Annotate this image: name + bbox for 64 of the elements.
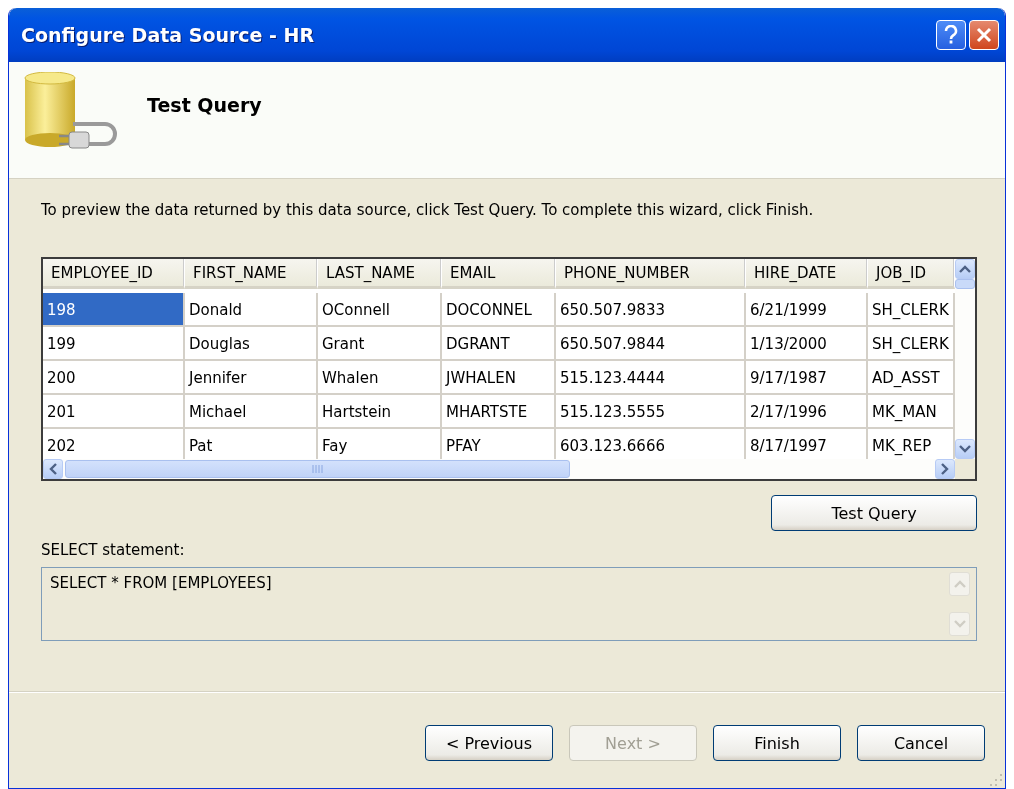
column-header[interactable]: EMAIL (442, 259, 556, 289)
chevron-up-icon (959, 264, 971, 274)
column-header[interactable]: FIRST_NAME (185, 259, 318, 289)
table-cell: Grant (318, 327, 442, 361)
table-cell: 650.507.9844 (556, 327, 746, 361)
table-cell: 198 (43, 293, 185, 327)
scroll-left-button[interactable] (43, 459, 63, 479)
table-cell: MK_MAN (868, 395, 955, 429)
column-header[interactable]: EMPLOYEE_ID (43, 259, 185, 289)
grip-icon (311, 465, 324, 473)
table-cell: 515.123.4444 (556, 361, 746, 395)
table-cell: Douglas (185, 327, 318, 361)
scrollbar-corner (955, 459, 975, 479)
chevron-right-icon (940, 463, 950, 475)
table-cell: 201 (43, 395, 185, 429)
scroll-right-button[interactable] (935, 459, 955, 479)
table-cell: DOCONNEL (442, 293, 556, 327)
wizard-button[interactable]: Cancel (857, 725, 985, 761)
table-cell: OConnell (318, 293, 442, 327)
close-button[interactable] (969, 20, 999, 50)
help-button[interactable] (936, 20, 966, 50)
table-cell: Hartstein (318, 395, 442, 429)
table-cell: Donald (185, 293, 318, 327)
table-cell: 515.123.5555 (556, 395, 746, 429)
question-mark-icon (944, 25, 958, 45)
vertical-scrollbar[interactable] (955, 259, 975, 459)
column-header[interactable]: LAST_NAME (318, 259, 442, 289)
table-cell: Michael (185, 395, 318, 429)
wizard-button[interactable]: Finish (713, 725, 841, 761)
resize-grip-icon (989, 772, 1003, 786)
chevron-up-icon (953, 579, 966, 589)
table-cell: 1/13/2000 (746, 327, 868, 361)
table-cell: AD_ASST (868, 361, 955, 395)
table-cell: JWHALEN (442, 361, 556, 395)
table-cell: 6/21/1999 (746, 293, 868, 327)
field-label: SELECT statement: (41, 541, 186, 559)
chevron-down-icon (959, 444, 971, 454)
window-title: Configure Data Source - HR (21, 24, 316, 46)
table-cell: 199 (43, 327, 185, 361)
scroll-up-button[interactable] (955, 259, 975, 279)
scroll-thumb[interactable] (955, 279, 975, 289)
instruction-text: To preview the data returned by this data source, click Test Query. To complete this wizard, click Finish. (41, 201, 815, 219)
column-header[interactable]: JOB_ID (868, 259, 955, 289)
column-header[interactable]: PHONE_NUMBER (556, 259, 746, 289)
table-cell: Whalen (318, 361, 442, 395)
test-query-button[interactable]: Test Query (771, 495, 977, 531)
column-header[interactable]: HIRE_DATE (746, 259, 868, 289)
scroll-down-button[interactable] (955, 439, 975, 459)
close-icon (976, 27, 992, 43)
horizontal-scrollbar[interactable] (43, 459, 955, 479)
scroll-thumb[interactable] (65, 460, 570, 478)
table-cell: DGRANT (442, 327, 556, 361)
table-cell: 650.507.9833 (556, 293, 746, 327)
table-cell: 2/17/1996 (746, 395, 868, 429)
table-cell: SH_CLERK (868, 293, 955, 327)
table-cell: MHARTSTE (442, 395, 556, 429)
table-cell: Jennifer (185, 361, 318, 395)
table-cell: SH_CLERK (868, 327, 955, 361)
table-cell: 9/17/1987 (746, 361, 868, 395)
chevron-left-icon (48, 463, 58, 475)
wizard-button[interactable]: < Previous (425, 725, 553, 761)
chevron-down-icon (953, 619, 966, 629)
page-title: Test Query (147, 94, 262, 116)
table-cell: 200 (43, 361, 185, 395)
